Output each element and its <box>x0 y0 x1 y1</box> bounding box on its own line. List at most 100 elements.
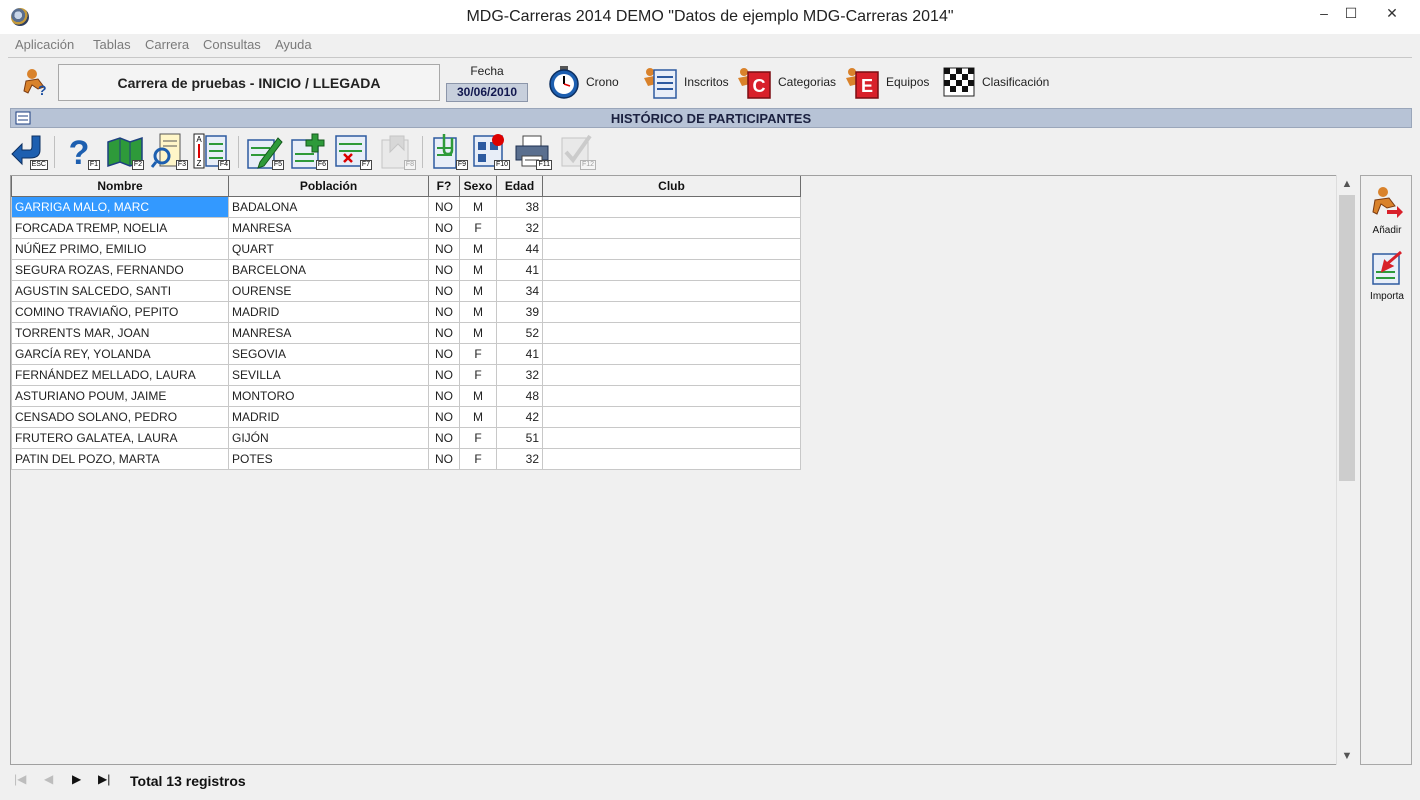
crono-button[interactable]: Crono <box>546 64 619 100</box>
cell-club[interactable] <box>542 237 801 260</box>
scroll-up-icon[interactable]: ▲ <box>1337 175 1357 193</box>
cell-federado[interactable]: NO <box>428 258 460 281</box>
first-record-button[interactable]: |◀ <box>14 772 26 786</box>
delete-button[interactable]: F7 <box>334 132 372 170</box>
cell-sexo[interactable]: M <box>459 405 497 428</box>
cell-poblacion[interactable]: BADALONA <box>228 195 429 218</box>
cell-club[interactable] <box>542 216 801 239</box>
cell-federado[interactable]: NO <box>428 447 460 470</box>
help-button[interactable]: ? F1 <box>62 132 100 172</box>
cell-sexo[interactable]: F <box>459 342 497 365</box>
cell-nombre[interactable]: TORRENTS MAR, JOAN <box>11 321 229 344</box>
last-record-button[interactable]: ▶| <box>98 772 110 786</box>
col-header-federado[interactable]: F? <box>428 176 460 197</box>
edit-button[interactable]: F5 <box>246 132 284 170</box>
menu-consultas[interactable]: Consultas <box>203 37 261 52</box>
cell-nombre[interactable]: FERNÁNDEZ MELLADO, LAURA <box>11 363 229 386</box>
cell-nombre[interactable]: SEGURA ROZAS, FERNANDO <box>11 258 229 281</box>
cell-edad[interactable]: 32 <box>496 216 543 239</box>
cell-club[interactable] <box>542 342 801 365</box>
cell-sexo[interactable]: M <box>459 237 497 260</box>
attach-button[interactable]: F9 <box>430 132 468 170</box>
col-header-sexo[interactable]: Sexo <box>459 176 497 197</box>
cell-poblacion[interactable]: MANRESA <box>228 216 429 239</box>
cell-federado[interactable]: NO <box>428 195 460 218</box>
runner-help-icon[interactable]: ? <box>18 65 52 99</box>
scroll-thumb[interactable] <box>1339 195 1355 481</box>
table-row[interactable]: NÚÑEZ PRIMO, EMILIO QUART NO M 44 <box>11 237 801 260</box>
col-header-edad[interactable]: Edad <box>496 176 543 197</box>
cell-club[interactable] <box>542 195 801 218</box>
cell-federado[interactable]: NO <box>428 342 460 365</box>
cell-poblacion[interactable]: OURENSE <box>228 279 429 302</box>
add-participant-button[interactable]: Añadir <box>1363 184 1411 240</box>
cell-poblacion[interactable]: SEGOVIA <box>228 342 429 365</box>
cell-federado[interactable]: NO <box>428 405 460 428</box>
cell-nombre[interactable]: CENSADO SOLANO, PEDRO <box>11 405 229 428</box>
undo-button[interactable]: F8 <box>378 132 416 170</box>
table-row[interactable]: FERNÁNDEZ MELLADO, LAURA SEVILLA NO F 32 <box>11 363 801 386</box>
cell-federado[interactable]: NO <box>428 426 460 449</box>
cell-sexo[interactable]: M <box>459 195 497 218</box>
table-row[interactable]: CENSADO SOLANO, PEDRO MADRID NO M 42 <box>11 405 801 428</box>
cell-poblacion[interactable]: MONTORO <box>228 384 429 407</box>
cell-sexo[interactable]: F <box>459 426 497 449</box>
cell-nombre[interactable]: COMINO TRAVIAÑO, PEPITO <box>11 300 229 323</box>
menu-tablas[interactable]: Tablas <box>93 37 131 52</box>
cell-club[interactable] <box>542 279 801 302</box>
cell-nombre[interactable]: AGUSTIN SALCEDO, SANTI <box>11 279 229 302</box>
maximize-button[interactable]: ☐ <box>1337 2 1365 24</box>
menu-ayuda[interactable]: Ayuda <box>275 37 312 52</box>
cell-edad[interactable]: 51 <box>496 426 543 449</box>
new-button[interactable]: F6 <box>290 132 328 170</box>
clasificacion-button[interactable]: Clasificación <box>940 64 1049 100</box>
table-row[interactable]: FRUTERO GALATEA, LAURA GIJÓN NO F 51 <box>11 426 801 449</box>
col-header-club[interactable]: Club <box>542 176 801 197</box>
cell-edad[interactable]: 38 <box>496 195 543 218</box>
fecha-value[interactable]: 30/06/2010 <box>446 83 528 102</box>
col-header-nombre[interactable]: Nombre <box>11 176 229 197</box>
cell-poblacion[interactable]: BARCELONA <box>228 258 429 281</box>
table-row[interactable]: AGUSTIN SALCEDO, SANTI OURENSE NO M 34 <box>11 279 801 302</box>
cell-poblacion[interactable]: GIJÓN <box>228 426 429 449</box>
cell-club[interactable] <box>542 300 801 323</box>
cell-nombre[interactable]: GARRIGA MALO, MARC <box>11 195 229 218</box>
cell-federado[interactable]: NO <box>428 321 460 344</box>
cell-nombre[interactable]: GARCÍA REY, YOLANDA <box>11 342 229 365</box>
cell-sexo[interactable]: F <box>459 447 497 470</box>
cell-nombre[interactable]: ASTURIANO POUM, JAIME <box>11 384 229 407</box>
cell-edad[interactable]: 42 <box>496 405 543 428</box>
table-row[interactable]: FORCADA TREMP, NOELIA MANRESA NO F 32 <box>11 216 801 239</box>
cell-federado[interactable]: NO <box>428 363 460 386</box>
cell-edad[interactable]: 34 <box>496 279 543 302</box>
cell-edad[interactable]: 32 <box>496 363 543 386</box>
cell-sexo[interactable]: M <box>459 300 497 323</box>
next-record-button[interactable]: ▶ <box>72 772 81 786</box>
cell-poblacion[interactable]: POTES <box>228 447 429 470</box>
cell-nombre[interactable]: FRUTERO GALATEA, LAURA <box>11 426 229 449</box>
cell-poblacion[interactable]: SEVILLA <box>228 363 429 386</box>
cell-federado[interactable]: NO <box>428 216 460 239</box>
cell-nombre[interactable]: PATIN DEL POZO, MARTA <box>11 447 229 470</box>
cell-sexo[interactable]: M <box>459 279 497 302</box>
equipos-button[interactable]: E Equipos <box>844 64 929 100</box>
filter-button[interactable]: F10 <box>472 132 510 170</box>
search-button[interactable]: F3 <box>150 132 188 170</box>
cell-nombre[interactable]: FORCADA TREMP, NOELIA <box>11 216 229 239</box>
exit-button[interactable]: ESC <box>10 132 48 170</box>
table-row[interactable]: ASTURIANO POUM, JAIME MONTORO NO M 48 <box>11 384 801 407</box>
validate-button[interactable]: F12 <box>558 132 596 170</box>
cell-edad[interactable]: 41 <box>496 258 543 281</box>
cell-club[interactable] <box>542 258 801 281</box>
menu-aplicacion[interactable]: Aplicación <box>15 37 74 52</box>
table-row[interactable]: COMINO TRAVIAÑO, PEPITO MADRID NO M 39 <box>11 300 801 323</box>
cell-nombre[interactable]: NÚÑEZ PRIMO, EMILIO <box>11 237 229 260</box>
cell-federado[interactable]: NO <box>428 237 460 260</box>
sort-button[interactable]: A Z F4 <box>192 132 230 170</box>
cell-club[interactable] <box>542 447 801 470</box>
close-button[interactable]: ✕ <box>1378 2 1406 24</box>
cell-club[interactable] <box>542 405 801 428</box>
prev-record-button[interactable]: ◀ <box>44 772 53 786</box>
inscritos-button[interactable]: Inscritos <box>642 64 729 100</box>
vertical-scrollbar[interactable]: ▲ ▼ <box>1336 175 1356 765</box>
